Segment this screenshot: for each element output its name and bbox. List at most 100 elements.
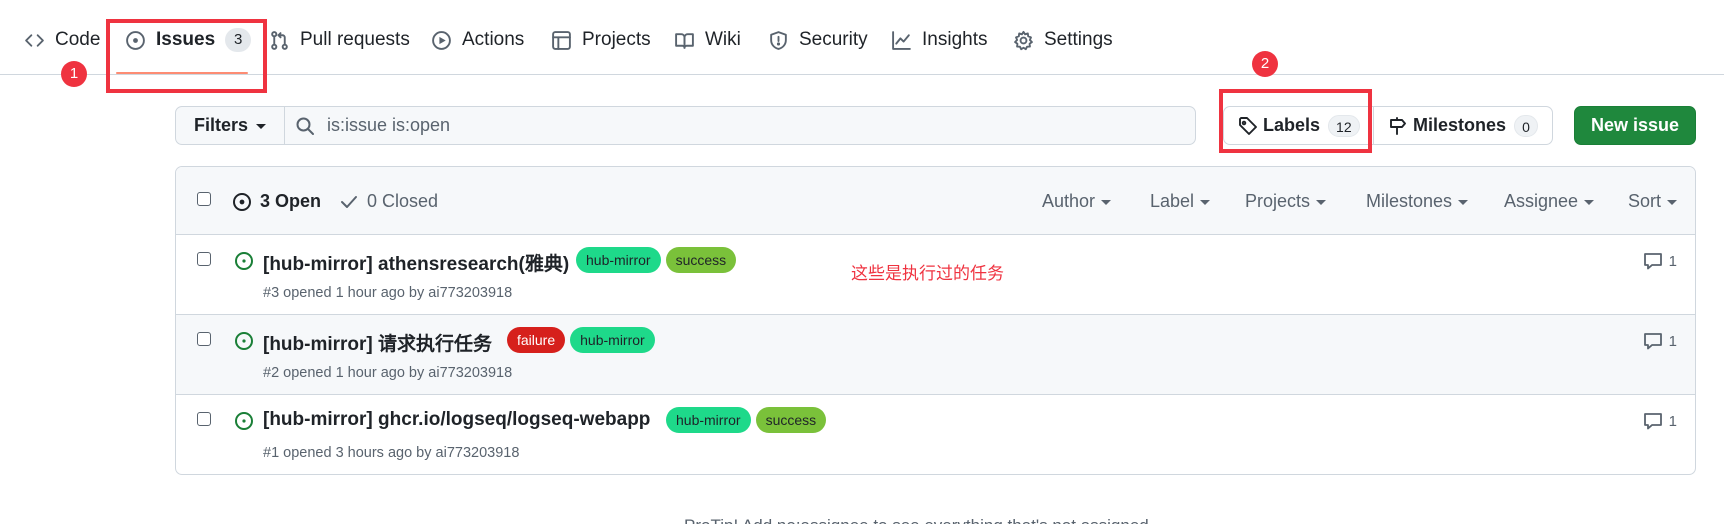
tab-security[interactable]: Security xyxy=(768,28,868,66)
milestones-button[interactable]: Milestones 0 xyxy=(1374,107,1552,144)
code-icon xyxy=(25,34,44,47)
git-pull-request-icon xyxy=(271,31,288,50)
chevron-down-icon xyxy=(1458,200,1469,205)
label-chip[interactable]: success xyxy=(665,247,737,273)
chevron-down-icon xyxy=(1667,200,1678,205)
search-icon xyxy=(296,117,314,135)
issue-meta: #1 opened 3 hours ago by ai773203918 xyxy=(263,445,520,461)
tab-issues[interactable]: Issues 3 xyxy=(125,28,252,66)
comment-count: 1 xyxy=(1668,412,1677,430)
label-chip[interactable]: hub-mirror xyxy=(570,327,655,353)
assignee-filter[interactable]: Assignee xyxy=(1504,191,1595,212)
closed-issues-tab[interactable]: 0 Closed xyxy=(339,191,438,212)
issue-opened-icon xyxy=(235,332,253,350)
issue-comments-link[interactable]: 1 xyxy=(1643,251,1677,271)
tab-actions[interactable]: Actions xyxy=(431,28,524,66)
chevron-down-icon xyxy=(1200,200,1211,205)
label-filter[interactable]: Label xyxy=(1150,191,1211,212)
tab-code-label: Code xyxy=(55,29,101,50)
comment-icon xyxy=(1643,413,1662,430)
milestones-count: 0 xyxy=(1514,114,1539,137)
chevron-down-icon xyxy=(1584,200,1595,205)
issue-meta: #3 opened 1 hour ago by ai773203918 xyxy=(263,285,513,301)
table-icon xyxy=(552,31,571,50)
selected-tab-underline xyxy=(116,72,248,74)
comment-count: 1 xyxy=(1668,252,1677,270)
issue-labels: hub-mirror success xyxy=(576,247,737,273)
milestones-filter[interactable]: Milestones xyxy=(1366,191,1469,212)
chevron-down-icon xyxy=(1101,200,1112,205)
labels-milestones-group: Labels 12 Milestones 0 xyxy=(1223,106,1553,145)
issues-list-header: 3 Open 0 Closed Author Label Projects Mi… xyxy=(176,167,1695,235)
comment-count: 1 xyxy=(1668,332,1677,350)
graph-icon xyxy=(892,31,911,50)
issue-search[interactable] xyxy=(284,106,1196,145)
projects-filter[interactable]: Projects xyxy=(1245,191,1327,212)
issue-checkbox[interactable] xyxy=(197,252,211,266)
labels-count: 12 xyxy=(1328,114,1360,137)
issue-checkbox[interactable] xyxy=(197,412,211,426)
issue-opened-icon xyxy=(126,31,145,50)
chevron-down-icon xyxy=(1316,200,1327,205)
label-chip[interactable]: hub-mirror xyxy=(666,407,751,433)
sort-filter[interactable]: Sort xyxy=(1628,191,1678,212)
projects-filter-label: Projects xyxy=(1245,191,1311,211)
milestone-icon xyxy=(1390,116,1406,135)
comment-icon xyxy=(1643,333,1662,350)
milestones-filter-label: Milestones xyxy=(1366,191,1453,211)
label-filter-label: Label xyxy=(1150,191,1195,211)
tab-insights[interactable]: Insights xyxy=(891,28,987,66)
open-issues-label: 3 Open xyxy=(260,191,322,211)
issue-labels: hub-mirror success xyxy=(666,407,827,433)
milestones-label: Milestones xyxy=(1413,115,1507,135)
tab-pull-requests-label: Pull requests xyxy=(300,29,410,50)
issue-meta: #2 opened 1 hour ago by ai773203918 xyxy=(263,365,513,381)
tab-wiki-label: Wiki xyxy=(705,29,741,50)
tab-code[interactable]: Code xyxy=(24,28,100,66)
annotation-badge-1: 1 xyxy=(61,61,87,87)
tab-insights-label: Insights xyxy=(922,29,988,50)
issue-title-link[interactable]: [hub-mirror] 请求执行任务 xyxy=(263,329,492,356)
labels-label: Labels xyxy=(1263,115,1321,135)
tab-pull-requests[interactable]: Pull requests xyxy=(269,28,410,66)
book-icon xyxy=(675,33,694,49)
tab-issues-label: Issues xyxy=(156,29,216,50)
sort-filter-label: Sort xyxy=(1628,191,1662,211)
label-chip[interactable]: hub-mirror xyxy=(576,247,661,273)
issue-labels: failure hub-mirror xyxy=(507,327,655,353)
issue-checkbox[interactable] xyxy=(197,332,211,346)
closed-issues-label: 0 Closed xyxy=(367,191,439,211)
issue-row: [hub-mirror] 请求执行任务 failure hub-mirror #… xyxy=(176,315,1695,395)
tab-wiki[interactable]: Wiki xyxy=(674,28,741,66)
issues-counter: 3 xyxy=(225,28,252,52)
issue-comments-link[interactable]: 1 xyxy=(1643,331,1677,351)
tab-settings-label: Settings xyxy=(1044,29,1113,50)
tab-projects[interactable]: Projects xyxy=(551,28,651,66)
search-input[interactable] xyxy=(327,115,1147,136)
author-filter-label: Author xyxy=(1042,191,1096,211)
issue-title-link[interactable]: [hub-mirror] ghcr.io/logseq/logseq-webap… xyxy=(263,409,650,431)
tab-projects-label: Projects xyxy=(582,29,651,50)
tab-settings[interactable]: Settings xyxy=(1013,28,1113,66)
author-filter[interactable]: Author xyxy=(1042,191,1112,212)
select-all-checkbox[interactable] xyxy=(197,192,211,206)
label-chip[interactable]: failure xyxy=(507,327,566,353)
chevron-down-icon xyxy=(256,124,267,129)
assignee-filter-label: Assignee xyxy=(1504,191,1579,211)
open-issues-tab[interactable]: 3 Open xyxy=(232,191,321,212)
shield-icon xyxy=(770,31,787,50)
gear-icon xyxy=(1014,30,1033,51)
filters-label: Filters xyxy=(193,115,249,135)
issue-opened-icon xyxy=(233,192,251,211)
repo-nav: Code Issues 3 Pull requests Actions Proj… xyxy=(0,0,1724,75)
issues-list: 3 Open 0 Closed Author Label Projects Mi… xyxy=(175,166,1696,475)
filters-button[interactable]: Filters xyxy=(175,106,285,145)
annotation-badge-2: 2 xyxy=(1252,51,1278,77)
new-issue-button[interactable]: New issue xyxy=(1574,106,1696,145)
labels-button[interactable]: Labels 12 xyxy=(1224,107,1374,144)
issue-comments-link[interactable]: 1 xyxy=(1643,411,1677,431)
label-chip[interactable]: success xyxy=(755,407,827,433)
issue-title-link[interactable]: [hub-mirror] athensresearch(雅典) xyxy=(263,249,569,276)
annotation-note: 这些是执行过的任务 xyxy=(851,264,1004,284)
issue-row: [hub-mirror] ghcr.io/logseq/logseq-webap… xyxy=(176,395,1695,474)
